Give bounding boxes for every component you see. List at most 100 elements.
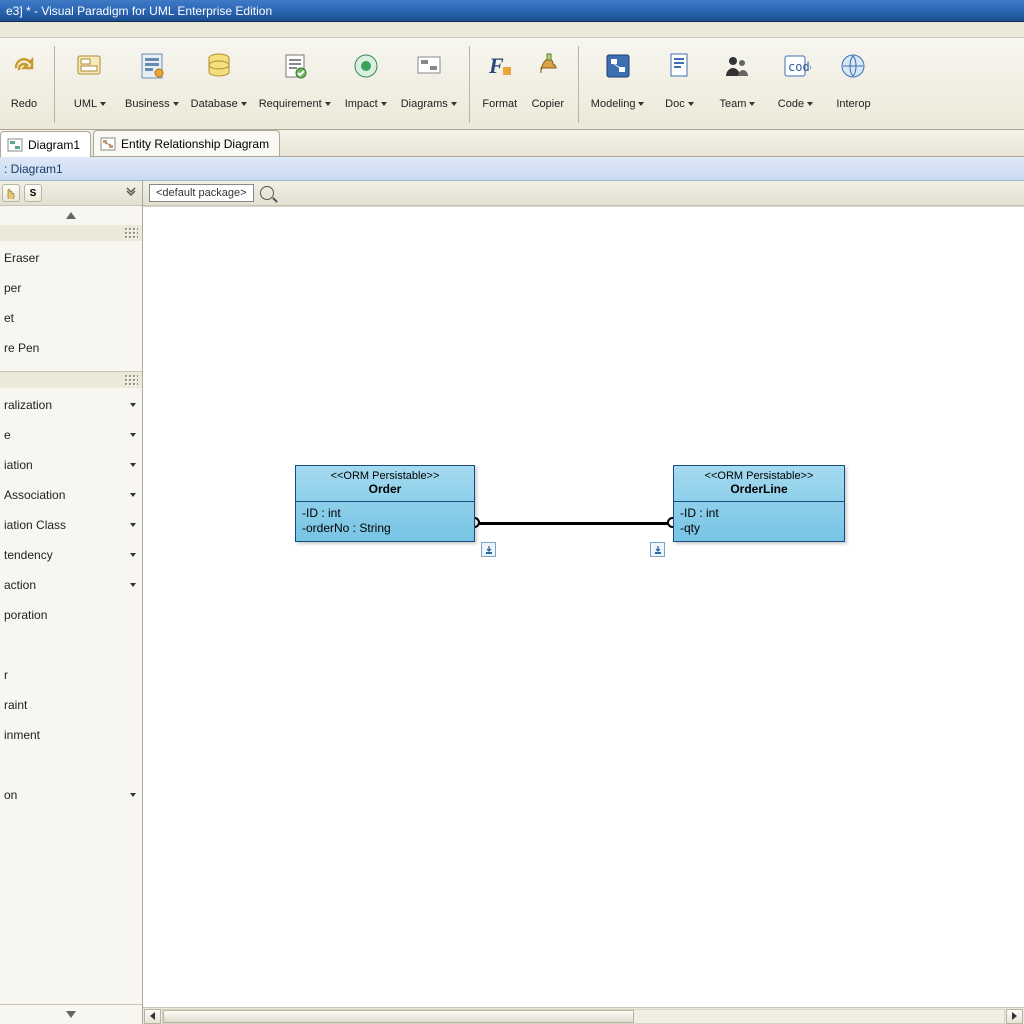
palette-item-label: Association — [4, 488, 65, 502]
orm-badge-icon[interactable] — [481, 542, 496, 557]
palette-item[interactable]: action — [2, 572, 140, 598]
requirement-button[interactable]: Requirement — [253, 42, 337, 127]
palette-collapse-icon[interactable] — [124, 186, 138, 200]
uml-icon — [72, 48, 108, 84]
package-breadcrumb[interactable]: <default package> — [149, 184, 254, 202]
redo-label: Redo — [11, 98, 37, 110]
dropdown-caret-icon — [381, 102, 387, 106]
palette-item-label: re Pen — [4, 341, 39, 355]
dropdown-caret-icon — [749, 102, 755, 106]
class-name: OrderLine — [678, 482, 840, 496]
association-connector[interactable] — [475, 522, 673, 525]
palette-item[interactable]: et — [2, 305, 140, 331]
palette-item[interactable]: tendency — [2, 542, 140, 568]
palette-item[interactable]: ralization — [2, 392, 140, 418]
menubar-placeholder — [0, 22, 1024, 38]
dropdown-caret-icon — [130, 793, 136, 797]
palette-toolbar: S — [0, 181, 142, 206]
doc-label: Doc — [665, 98, 685, 110]
horizontal-scrollbar[interactable] — [143, 1007, 1024, 1024]
scroll-down-icon[interactable] — [66, 1011, 76, 1018]
tab-erd[interactable]: Entity Relationship Diagram — [93, 130, 280, 156]
scroll-up-icon[interactable] — [66, 212, 76, 219]
format-button[interactable]: F Format — [476, 42, 524, 127]
palette-item[interactable] — [2, 632, 140, 658]
interop-button[interactable]: Interop — [824, 42, 882, 127]
dropdown-caret-icon — [130, 463, 136, 467]
business-button[interactable]: Business — [119, 42, 185, 127]
tab-diagram1[interactable]: Diagram1 — [0, 131, 91, 157]
database-label: Database — [191, 98, 238, 110]
window-titlebar: e3] * - Visual Paradigm for UML Enterpri… — [0, 0, 1024, 22]
uml-label: UML — [74, 98, 97, 110]
palette-item[interactable]: r — [2, 662, 140, 688]
dropdown-caret-icon — [173, 102, 179, 106]
dropdown-caret-icon — [130, 553, 136, 557]
palette-item[interactable]: Association — [2, 482, 140, 508]
svg-text:code: code — [788, 60, 811, 74]
code-button[interactable]: code Code — [766, 42, 824, 127]
palette-item-label: tendency — [4, 548, 53, 562]
requirement-icon — [277, 48, 313, 84]
palette-section-relations: ralization e iation Association iation Class… — [0, 372, 142, 1005]
scroll-right-button[interactable] — [1006, 1009, 1023, 1024]
interop-icon — [835, 48, 871, 84]
scroll-track[interactable] — [162, 1009, 1005, 1024]
palette-item[interactable]: iation Class — [2, 512, 140, 538]
interop-label: Interop — [836, 98, 870, 110]
attribute: -ID : int — [302, 506, 468, 520]
dropdown-caret-icon — [130, 583, 136, 587]
dropdown-caret-icon — [325, 102, 331, 106]
canvas-toolbar: <default package> — [143, 181, 1024, 206]
impact-button[interactable]: Impact — [337, 42, 395, 127]
palette-item-label: poration — [4, 608, 47, 622]
diagrams-button[interactable]: Diagrams — [395, 42, 463, 127]
copier-button[interactable]: Copier — [524, 42, 572, 127]
palette-item[interactable]: e — [2, 422, 140, 448]
modeling-button[interactable]: Modeling — [585, 42, 651, 127]
palette-item[interactable]: Eraser — [2, 245, 140, 271]
requirement-label: Requirement — [259, 98, 322, 110]
attribute: -qty — [680, 521, 838, 535]
palette-s-button[interactable]: S — [24, 184, 42, 202]
class-order[interactable]: <<ORM Persistable>> Order -ID : int -ord… — [295, 465, 475, 542]
database-button[interactable]: Database — [185, 42, 253, 127]
copier-label: Copier — [532, 98, 564, 110]
orm-badge-icon[interactable] — [650, 542, 665, 557]
diagrams-icon — [411, 48, 447, 84]
palette-hand-button[interactable] — [2, 184, 20, 202]
class-diagram-icon — [7, 137, 23, 153]
drag-handle-icon[interactable] — [124, 374, 138, 386]
window-title: e3] * - Visual Paradigm for UML Enterpri… — [6, 4, 272, 18]
dropdown-caret-icon — [451, 102, 457, 106]
dropdown-caret-icon — [638, 102, 644, 106]
palette-item[interactable] — [2, 752, 140, 778]
palette-item[interactable]: per — [2, 275, 140, 301]
scroll-left-button[interactable] — [144, 1009, 161, 1024]
class-name: Order — [300, 482, 470, 496]
palette-item[interactable]: inment — [2, 722, 140, 748]
palette-item[interactable]: on — [2, 782, 140, 808]
code-icon: code — [777, 48, 813, 84]
team-button[interactable]: Team — [708, 42, 766, 127]
palette-item[interactable]: raint — [2, 692, 140, 718]
class-orderline[interactable]: <<ORM Persistable>> OrderLine -ID : int … — [673, 465, 845, 542]
palette-item[interactable]: re Pen — [2, 335, 140, 361]
redo-button[interactable]: Redo — [0, 42, 48, 127]
doc-button[interactable]: Doc — [650, 42, 708, 127]
palette-item[interactable]: poration — [2, 602, 140, 628]
format-label: Format — [482, 98, 517, 110]
uml-button[interactable]: UML — [61, 42, 119, 127]
breadcrumb: : Diagram1 — [0, 157, 1024, 181]
palette-item[interactable]: iation — [2, 452, 140, 478]
scroll-thumb[interactable] — [163, 1010, 634, 1023]
zoom-icon[interactable] — [260, 186, 274, 200]
diagrams-label: Diagrams — [401, 98, 448, 110]
palette-item-label: r — [4, 668, 8, 682]
dropdown-caret-icon — [100, 102, 106, 106]
diagram-canvas[interactable]: <<ORM Persistable>> Order -ID : int -ord… — [143, 206, 1024, 1007]
drag-handle-icon[interactable] — [124, 227, 138, 239]
main-toolbar: Redo UML Business Database Requirement I… — [0, 38, 1024, 130]
code-label: Code — [778, 98, 804, 110]
dropdown-caret-icon — [130, 403, 136, 407]
